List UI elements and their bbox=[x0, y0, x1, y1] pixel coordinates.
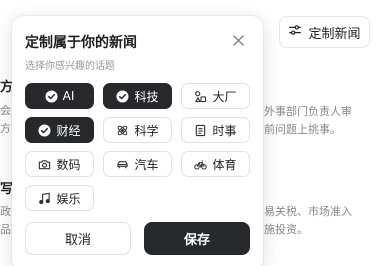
topic-chip-finance[interactable]: 财经 bbox=[25, 117, 94, 143]
article-snippet-fragment: 政 bbox=[0, 205, 11, 218]
article-snippet-fragment: 外事部门负责人审 bbox=[264, 105, 352, 118]
article-snippet-fragment: 方 bbox=[0, 122, 11, 135]
topic-chip-label: 大厂 bbox=[212, 89, 237, 104]
bike-icon bbox=[194, 158, 208, 171]
topic-chip-tech[interactable]: 科技 bbox=[103, 83, 172, 109]
topic-chip-entertainment[interactable]: 娱乐 bbox=[25, 185, 94, 211]
document-icon bbox=[194, 124, 207, 137]
car-icon bbox=[116, 158, 129, 171]
music-icon bbox=[38, 192, 51, 205]
popover-title: 定制属于你的新闻 bbox=[25, 35, 137, 51]
topic-chip-big-tech[interactable]: 大厂 bbox=[181, 83, 250, 109]
camera-icon bbox=[38, 158, 51, 171]
sliders-icon bbox=[288, 23, 302, 41]
shapes-icon bbox=[194, 90, 207, 103]
topic-chip-label: AI bbox=[62, 89, 75, 103]
topic-chip-auto[interactable]: 汽车 bbox=[103, 151, 172, 177]
check-circle-icon bbox=[116, 89, 130, 103]
popover-actions: 取消 保存 bbox=[25, 222, 250, 255]
atom-icon bbox=[116, 124, 129, 137]
article-snippet-fragment: 会 bbox=[0, 104, 11, 117]
article-snippet-fragment: 前问题上挑事。 bbox=[264, 123, 341, 136]
topic-chip-current-affairs[interactable]: 时事 bbox=[181, 117, 250, 143]
customize-news-label: 定制新闻 bbox=[308, 26, 361, 42]
topic-chip-label: 数码 bbox=[56, 157, 81, 172]
customize-news-button[interactable]: 定制新闻 bbox=[279, 16, 370, 48]
topic-chip-label: 娱乐 bbox=[56, 191, 81, 206]
topic-chip-science[interactable]: 科学 bbox=[103, 117, 172, 143]
topic-chip-sports[interactable]: 体育 bbox=[181, 151, 250, 177]
customize-news-popover: 定制属于你的新闻 选择你感兴趣的话题 AI 科技 大厂 财经 科学 时事 数码 … bbox=[12, 16, 263, 266]
cancel-button[interactable]: 取消 bbox=[25, 222, 131, 255]
topic-chip-label: 科学 bbox=[134, 123, 159, 138]
topic-chip-label: 财经 bbox=[56, 123, 81, 138]
topic-chip-ai[interactable]: AI bbox=[25, 83, 94, 109]
article-snippet-fragment: 易关税、市场准入 bbox=[264, 205, 352, 218]
close-icon[interactable] bbox=[231, 33, 245, 47]
topic-chip-label: 汽车 bbox=[134, 157, 159, 172]
check-circle-icon bbox=[38, 123, 52, 137]
topic-chip-digital[interactable]: 数码 bbox=[25, 151, 94, 177]
article-snippet-fragment: 品 bbox=[0, 223, 11, 236]
topic-chip-label: 科技 bbox=[134, 89, 159, 104]
topic-chip-label: 时事 bbox=[212, 123, 237, 138]
check-circle-icon bbox=[45, 89, 58, 103]
topic-chip-label: 体育 bbox=[212, 157, 237, 172]
popover-subtitle: 选择你感兴趣的话题 bbox=[25, 61, 115, 72]
save-button[interactable]: 保存 bbox=[144, 222, 250, 255]
topic-chip-grid: AI 科技 大厂 财经 科学 时事 数码 汽车 体育 娱乐 bbox=[25, 83, 250, 211]
article-snippet-fragment: 施投资。 bbox=[264, 223, 308, 236]
